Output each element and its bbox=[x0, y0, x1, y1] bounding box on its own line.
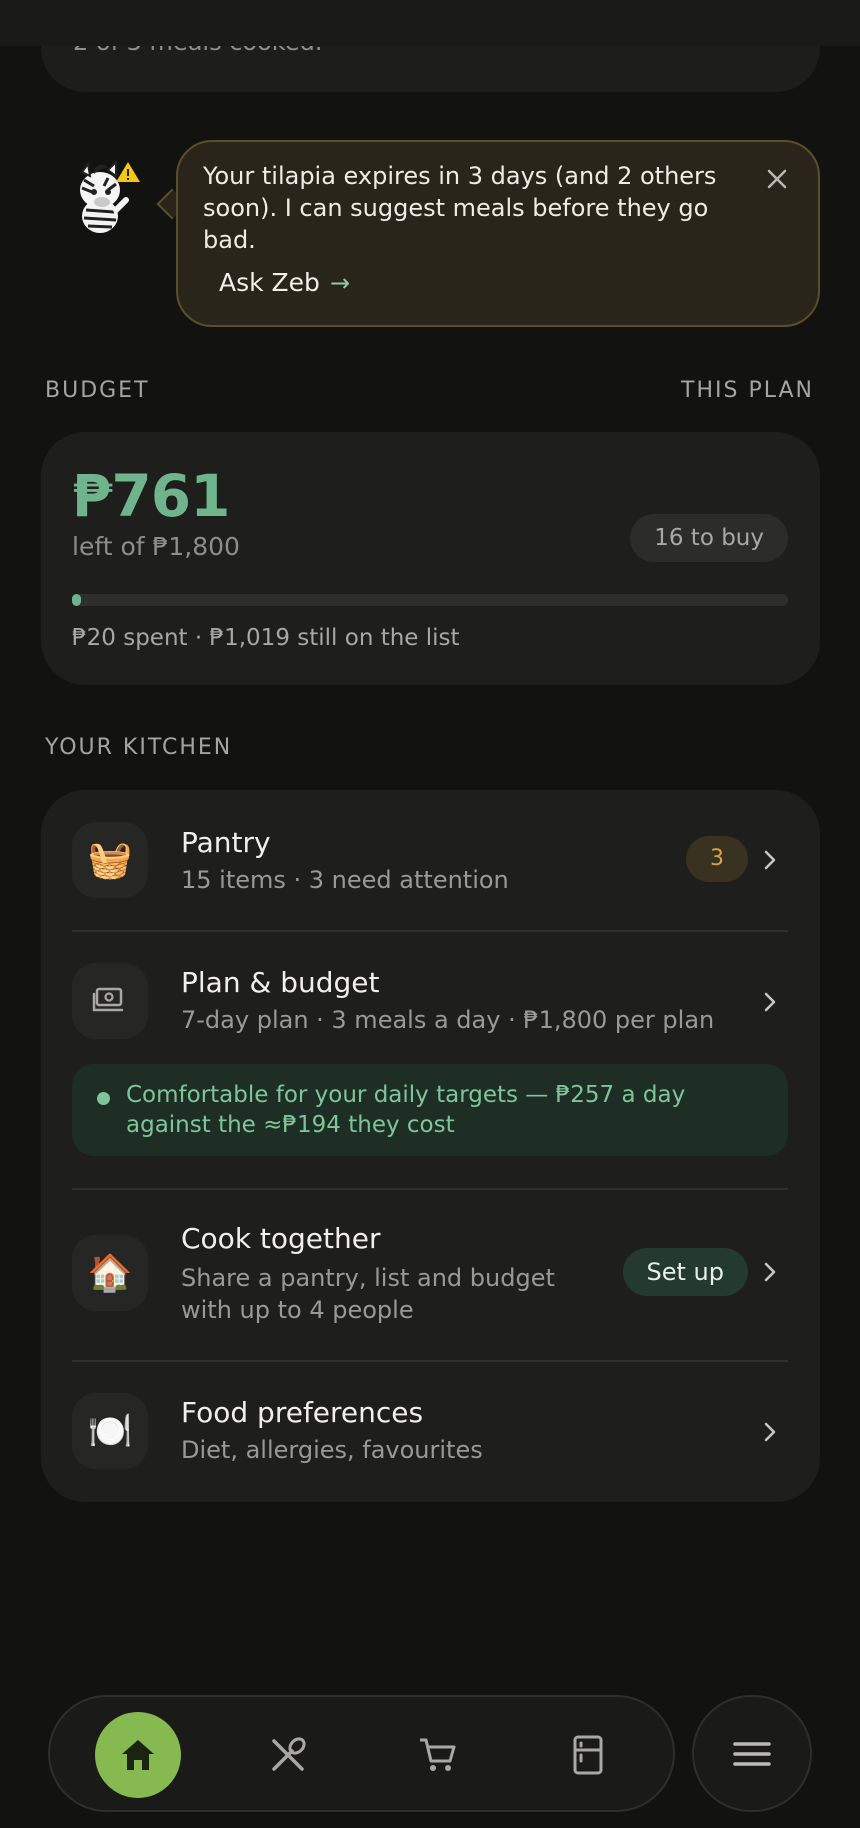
food-preferences-subtitle: Diet, allergies, favourites bbox=[181, 1436, 483, 1464]
pantry-attention-badge: 3 bbox=[686, 836, 748, 882]
pantry-subtitle: 15 items · 3 need attention bbox=[181, 866, 509, 894]
food-preferences-row[interactable]: 🍽️ Food preferences Diet, allergies, fav… bbox=[41, 1362, 820, 1492]
cook-together-row[interactable]: 🏠 Cook together Share a pantry, list and… bbox=[41, 1190, 820, 1360]
close-icon[interactable] bbox=[762, 164, 792, 194]
basket-icon: 🧺 bbox=[72, 822, 148, 898]
chevron-right-icon bbox=[760, 848, 780, 872]
arrow-right-icon: → bbox=[329, 268, 351, 297]
ask-zeb-link[interactable]: Ask Zeb → bbox=[219, 268, 350, 297]
top-status-strip bbox=[0, 0, 860, 46]
cook-together-title: Cook together bbox=[181, 1222, 381, 1255]
plan-title: Plan & budget bbox=[181, 966, 380, 999]
budget-progress-fill bbox=[72, 594, 81, 606]
money-icon bbox=[72, 963, 148, 1039]
chevron-right-icon bbox=[760, 990, 780, 1014]
chevron-right-icon bbox=[760, 1420, 780, 1444]
nudge-message: Your tilapia expires in 3 days (and 2 ot… bbox=[203, 162, 717, 254]
menu-icon[interactable] bbox=[692, 1695, 812, 1812]
budget-section-label: BUDGET bbox=[45, 378, 150, 403]
this-plan-label: THIS PLAN bbox=[681, 378, 814, 403]
zebra-mascot-icon bbox=[64, 159, 144, 240]
kitchen-section-label: YOUR KITCHEN bbox=[45, 735, 233, 760]
house-icon: 🏠 bbox=[72, 1235, 148, 1311]
cart-icon[interactable] bbox=[395, 1712, 481, 1798]
plan-subtitle: 7-day plan · 3 meals a day · ₱1,800 per … bbox=[181, 1006, 715, 1034]
budget-card[interactable]: ₱761 left of ₱1,800 16 to buy ₱20 spent … bbox=[41, 432, 820, 685]
plan-budget-row[interactable]: Plan & budget 7-day plan · 3 meals a day… bbox=[41, 932, 820, 1052]
bottom-nav bbox=[48, 1695, 675, 1812]
chevron-right-icon bbox=[760, 1260, 780, 1284]
plate-icon: 🍽️ bbox=[72, 1393, 148, 1469]
ask-zeb-label: Ask Zeb bbox=[219, 268, 320, 297]
set-up-button[interactable]: Set up bbox=[622, 1248, 748, 1296]
budget-comfort-text: Comfortable for your daily targets — ₱25… bbox=[126, 1082, 686, 1138]
status-dot bbox=[97, 1092, 110, 1105]
kitchen-card: 🧺 Pantry 15 items · 3 need attention 3 P… bbox=[41, 790, 820, 1502]
budget-comfort-note: Comfortable for your daily targets — ₱25… bbox=[72, 1064, 788, 1156]
fridge-icon[interactable] bbox=[545, 1712, 631, 1798]
budget-remaining: ₱761 bbox=[72, 462, 230, 530]
pantry-row[interactable]: 🧺 Pantry 15 items · 3 need attention 3 bbox=[41, 790, 820, 930]
home-icon[interactable] bbox=[95, 1712, 181, 1798]
utensils-icon[interactable] bbox=[245, 1712, 331, 1798]
budget-progress-bar bbox=[72, 594, 788, 606]
to-buy-badge[interactable]: 16 to buy bbox=[630, 514, 788, 562]
budget-total-text: left of ₱1,800 bbox=[72, 532, 240, 561]
zeb-nudge-bubble: Your tilapia expires in 3 days (and 2 ot… bbox=[176, 140, 820, 327]
cook-together-subtitle: Share a pantry, list and budget with up … bbox=[181, 1264, 555, 1324]
budget-spent-text: ₱20 spent · ₱1,019 still on the list bbox=[72, 625, 460, 651]
pantry-title: Pantry bbox=[181, 826, 271, 859]
food-preferences-title: Food preferences bbox=[181, 1396, 424, 1429]
